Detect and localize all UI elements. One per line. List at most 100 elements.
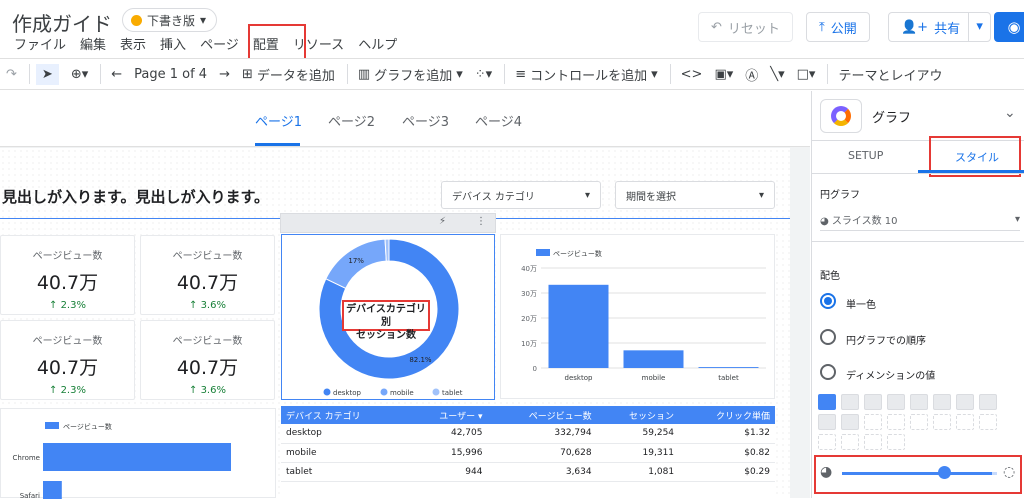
- donut-slider-track[interactable]: [842, 472, 992, 475]
- period-filter[interactable]: 期間を選択 ▾: [615, 181, 775, 209]
- theme-button[interactable]: テーマとレイアウ: [838, 65, 942, 84]
- table-cell: 59,254: [596, 424, 680, 444]
- chart-handle-bar[interactable]: ⚡ ⋮: [280, 213, 496, 233]
- table-cell: $1.32: [679, 424, 775, 444]
- device-category-filter[interactable]: デバイス カテゴリ ▾: [441, 181, 601, 209]
- tab-page2[interactable]: ページ2: [328, 111, 375, 130]
- more-vert-icon[interactable]: ⋮: [476, 216, 486, 227]
- hbar-chart-container[interactable]: ページビュー数 Chrome Safari: [0, 408, 277, 502]
- menu-file[interactable]: ファイル: [14, 34, 66, 53]
- radio-order-label: 円グラフでの順序: [846, 336, 926, 347]
- radio-single-color[interactable]: [820, 293, 836, 309]
- data-table[interactable]: デバイス カテゴリ ユーザー ▾ ページビュー数 セッション クリック単価 de…: [281, 406, 775, 498]
- line-icon[interactable]: ╲▾: [770, 67, 784, 82]
- scorecard-value: 40.7万: [36, 272, 99, 294]
- slice-count-select[interactable]: ◕ スライス数 10 ▾: [820, 209, 1020, 231]
- radio-pie-order[interactable]: [820, 329, 836, 345]
- scorecard[interactable]: ページビュー数 40.7万 ↑ 2.3%: [0, 320, 135, 400]
- tab-setup[interactable]: SETUP: [848, 149, 883, 162]
- tab-page4[interactable]: ページ4: [475, 111, 522, 130]
- select-cursor-icon[interactable]: ➤: [35, 63, 59, 85]
- menu-help[interactable]: ヘルプ: [358, 34, 397, 53]
- radio-dimension-value[interactable]: [820, 364, 836, 380]
- color-swatch[interactable]: [956, 414, 974, 430]
- color-swatch[interactable]: [864, 434, 882, 450]
- tab-page3[interactable]: ページ3: [402, 111, 449, 130]
- color-swatch[interactable]: [933, 414, 951, 430]
- add-graph-button[interactable]: ▥ グラフを追加 ▾: [358, 65, 463, 84]
- scorecard[interactable]: ページビュー数 40.7万 ↑ 3.6%: [140, 320, 275, 400]
- table-row: desktop 42,705 332,794 59,254 $1.32: [281, 424, 775, 444]
- chart-type-selector[interactable]: [820, 99, 862, 133]
- text-icon[interactable]: Ⓐ: [745, 65, 758, 84]
- code-icon[interactable]: <>: [681, 67, 703, 82]
- color-swatch[interactable]: [818, 434, 836, 450]
- pie-section-label: 円グラフ: [820, 190, 860, 201]
- collapse-icon[interactable]: ⌄: [1004, 105, 1016, 121]
- image-icon[interactable]: ▣▾: [714, 67, 733, 82]
- scorecard[interactable]: ページビュー数 40.7万 ↑ 3.6%: [140, 235, 275, 315]
- color-swatch[interactable]: [956, 394, 974, 410]
- zoom-icon[interactable]: ⊕▾: [71, 67, 88, 82]
- color-swatch[interactable]: [933, 394, 951, 410]
- bar-tablet: [698, 367, 759, 368]
- col-pageviews[interactable]: ページビュー数: [487, 406, 597, 424]
- color-swatch[interactable]: [818, 414, 836, 430]
- scorecard-value: 40.7万: [176, 357, 239, 379]
- col-device[interactable]: デバイス カテゴリ: [281, 406, 408, 424]
- redo-icon[interactable]: ↷: [6, 67, 17, 82]
- publish-button[interactable]: ⤒ 公開: [806, 12, 870, 42]
- color-swatch[interactable]: [887, 434, 905, 450]
- scorecard-delta: ↑ 2.3%: [49, 385, 86, 396]
- color-swatch[interactable]: [841, 414, 859, 430]
- bar-chart-container[interactable]: ページビュー数 0 10万 20万 30万 40万 desktop mobile tablet: [500, 234, 775, 399]
- report-headline[interactable]: 見出しが入ります。見出しが入ります。: [2, 186, 269, 207]
- share-dropdown-icon[interactable]: ▾: [968, 13, 990, 41]
- next-page-icon[interactable]: →: [219, 67, 230, 82]
- add-control-button[interactable]: ≡ コントロールを追加 ▾: [515, 65, 657, 84]
- menu-bar: ファイル 編集 表示 挿入 ページ 配置 リソース ヘルプ: [14, 34, 411, 53]
- donut-slider-thumb[interactable]: [938, 466, 951, 479]
- scorecard[interactable]: ページビュー数 40.7万 ↑ 2.3%: [0, 235, 135, 315]
- radio-single-label: 単一色: [846, 300, 876, 311]
- col-cpc[interactable]: クリック単価: [679, 406, 775, 424]
- chart-type-icon[interactable]: ⚡: [439, 216, 446, 227]
- color-swatch[interactable]: [841, 394, 859, 410]
- hbar-chart[interactable]: ページビュー数ChromeSafari: [1, 409, 277, 502]
- col-sessions[interactable]: セッション: [596, 406, 680, 424]
- color-swatch[interactable]: [979, 394, 997, 410]
- table-cell: 3,634: [487, 462, 597, 482]
- report-title[interactable]: 作成ガイド: [12, 8, 112, 37]
- menu-page[interactable]: ページ: [200, 34, 239, 53]
- col-users[interactable]: ユーザー ▾: [407, 406, 488, 424]
- share-button[interactable]: 👤+ 共有 ▾: [888, 12, 992, 42]
- add-component-icon[interactable]: ⁘▾: [475, 67, 492, 82]
- color-swatch[interactable]: [887, 394, 905, 410]
- color-swatch[interactable]: [910, 394, 928, 410]
- scorecard-value: 40.7万: [36, 357, 99, 379]
- menu-view[interactable]: 表示: [120, 34, 146, 53]
- x-tick-label: desktop: [565, 374, 593, 382]
- tab-style[interactable]: スタイル: [955, 149, 999, 165]
- view-button[interactable]: ◉: [994, 12, 1024, 42]
- reset-label: リセット: [727, 21, 780, 37]
- tab-page1[interactable]: ページ1: [255, 111, 302, 130]
- legend-marker: [45, 422, 59, 429]
- color-swatch[interactable]: [864, 414, 882, 430]
- draft-badge[interactable]: 下書き版 ▾: [122, 8, 218, 32]
- divider: [812, 173, 1024, 174]
- color-swatch[interactable]: [910, 414, 928, 430]
- donut-chart-icon: [831, 106, 851, 126]
- reset-button[interactable]: ↶ リセット: [698, 12, 793, 42]
- color-swatch[interactable]: [864, 394, 882, 410]
- prev-page-icon[interactable]: ←: [111, 67, 122, 82]
- shape-icon[interactable]: □▾: [797, 67, 816, 82]
- menu-edit[interactable]: 編集: [80, 34, 106, 53]
- color-swatch[interactable]: [818, 394, 836, 410]
- add-data-button[interactable]: ⊞ データを追加: [242, 65, 335, 84]
- color-swatch[interactable]: [979, 414, 997, 430]
- bar-chart[interactable]: ページビュー数 0 10万 20万 30万 40万 desktop mobile tablet: [501, 235, 776, 400]
- color-swatch[interactable]: [887, 414, 905, 430]
- color-swatch[interactable]: [841, 434, 859, 450]
- menu-insert[interactable]: 挿入: [160, 34, 186, 53]
